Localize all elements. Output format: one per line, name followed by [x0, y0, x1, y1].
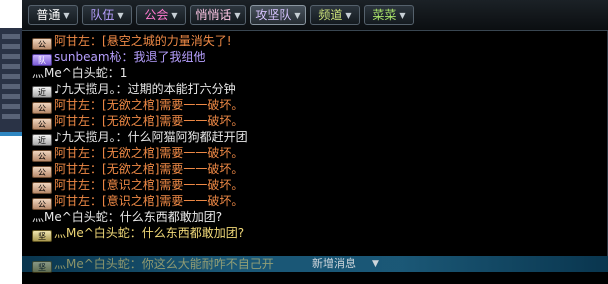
tab-label: 队伍 [90, 8, 115, 22]
chevron-down-icon: ▼ [171, 11, 178, 20]
tab-label: 悄悄话 [195, 8, 232, 22]
message-speaker[interactable]: 阿甘左 [54, 146, 90, 160]
tab-normal[interactable]: 普通 ▼ [28, 5, 78, 25]
message-speaker[interactable]: 灬Me^白头蛇 [32, 66, 108, 80]
tab-label: 频道 [318, 8, 343, 22]
tab-label: 菜菜 [372, 8, 397, 22]
message-text: ：我退了我组他 [121, 50, 206, 64]
chat-message: 公阿甘左：[无欲之棺]需要一一破坏。 [32, 97, 244, 114]
message-text: ：什么阿猫阿狗都赶开团 [115, 130, 248, 144]
chat-message: 坚灬Me^白头蛇：什么东西都敢加团? [32, 225, 245, 242]
new-message-label: 新增消息 [312, 257, 356, 270]
chat-log[interactable]: 公阿甘左：[悬空之城的力量消失了! 队 sunbeam杺：我退了我组他 灬Me^白… [22, 31, 608, 284]
message-text: ：[意识之棺]需要一一破坏。 [90, 178, 244, 192]
raid-channel-icon: 坚 [32, 261, 52, 273]
message-speaker[interactable]: ♪九天揽月。 [54, 82, 116, 96]
chevron-down-icon: ▼ [399, 11, 406, 20]
chat-message: 队 sunbeam杺：我退了我组他 [32, 49, 206, 66]
tab-label: 攻坚队 [255, 8, 292, 22]
message-speaker[interactable]: 阿甘左 [54, 114, 90, 128]
message-text: ：[无欲之棺]需要一一破坏。 [90, 162, 244, 176]
message-text: ：[无欲之棺]需要一一破坏。 [90, 98, 244, 112]
message-speaker[interactable]: 阿甘左 [54, 162, 90, 176]
chat-message: 灬Me^白头蛇：什么东西都敢加团? [32, 209, 222, 225]
message-text: ：过期的本能打六分钟 [115, 82, 236, 96]
background-panel [0, 28, 23, 132]
message-text: ：你这么大能耐咋不自己开 [129, 257, 274, 271]
chat-message: 公阿甘左：[无欲之棺]需要一一破坏。 [32, 161, 244, 178]
chat-message-partial: 坚灬Me^白头蛇：你这么大能耐咋不自己开 [32, 256, 274, 273]
message-speaker[interactable]: 灬Me^白头蛇 [32, 210, 108, 224]
chat-message: 公阿甘左：[无欲之棺]需要一一破坏。 [32, 113, 244, 130]
tab-whisper[interactable]: 悄悄话 ▼ [190, 5, 246, 25]
tab-guild[interactable]: 公会 ▼ [136, 5, 186, 25]
chevron-down-icon: ▼ [345, 11, 352, 20]
chat-message: 灬Me^白头蛇：1 [32, 65, 127, 81]
raid-channel-icon: 坚 [32, 230, 52, 242]
chevron-down-icon: ▼ [63, 11, 70, 20]
message-speaker[interactable]: 灬Me^白头蛇 [54, 226, 130, 240]
message-speaker[interactable]: 阿甘左 [54, 178, 90, 192]
message-text: ：[悬空之城的力量消失了! [90, 34, 232, 48]
chat-message: 近 ♪九天揽月。：什么阿猫阿狗都赶开团 [32, 129, 248, 146]
background-window-strip [0, 0, 23, 284]
message-speaker[interactable]: 阿甘左 [54, 98, 90, 112]
chat-message: 公阿甘左：[无欲之棺]需要一一破坏。 [32, 145, 244, 162]
chevron-down-icon: ▼ [234, 11, 241, 20]
message-speaker[interactable]: 阿甘左 [54, 194, 90, 208]
message-speaker[interactable]: ♪九天揽月。 [54, 130, 116, 144]
tab-menu[interactable]: 菜菜 ▼ [364, 5, 414, 25]
chevron-down-icon: ▼ [294, 11, 301, 20]
chat-message: 近 ♪九天揽月。：过期的本能打六分钟 [32, 81, 236, 98]
tab-raid[interactable]: 攻坚队 ▼ [250, 5, 306, 25]
message-speaker[interactable]: 灬Me^白头蛇 [54, 257, 130, 271]
chat-message: 公阿甘左：[悬空之城的力量消失了! [32, 33, 232, 50]
message-text: ：[意识之棺]需要一一破坏。 [90, 194, 244, 208]
tab-label: 公会 [144, 8, 169, 22]
message-text: ：[无欲之棺]需要一一破坏。 [90, 146, 244, 160]
tab-channel[interactable]: 频道 ▼ [310, 5, 360, 25]
message-text: ：什么东西都敢加团? [107, 210, 223, 224]
background-accent-bar [0, 132, 22, 136]
message-speaker[interactable]: 阿甘左 [54, 34, 90, 48]
chevron-down-icon: ▼ [117, 11, 124, 20]
tab-team[interactable]: 队伍 ▼ [82, 5, 132, 25]
chat-message: 公阿甘左：[意识之棺]需要一一破坏。 [32, 193, 244, 210]
message-text: ：什么东西都敢加团? [129, 226, 245, 240]
chat-tab-bar: 普通 ▼ 队伍 ▼ 公会 ▼ 悄悄话 ▼ 攻坚队 ▼ 频道 ▼ 菜菜 ▼ [22, 0, 608, 31]
chat-message: 公阿甘左：[意识之棺]需要一一破坏。 [32, 177, 244, 194]
message-text: ：[无欲之棺]需要一一破坏。 [90, 114, 244, 128]
message-speaker[interactable]: sunbeam杺 [54, 50, 122, 64]
message-text: ：1 [107, 66, 128, 80]
down-arrow-icon[interactable]: ▼ [372, 258, 379, 270]
tab-label: 普通 [36, 8, 61, 22]
